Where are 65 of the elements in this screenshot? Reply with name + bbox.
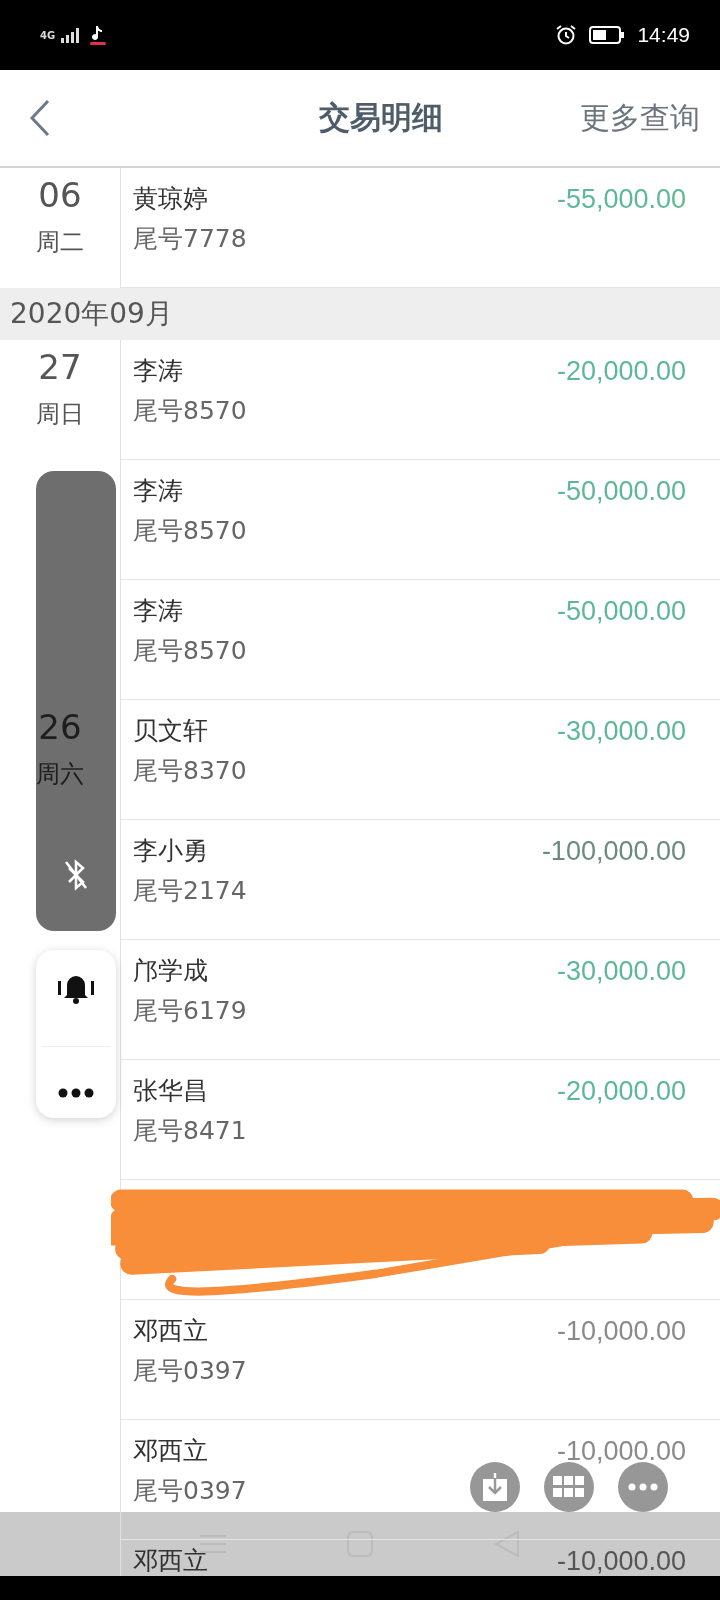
transaction-row[interactable]: 邓西立 尾号0397 -10,000.00 bbox=[121, 1300, 720, 1420]
payee-name: 邓西立 bbox=[133, 1315, 209, 1347]
payee-name: 邓西立 bbox=[133, 1435, 209, 1467]
amount: -10,000.00 bbox=[556, 1315, 686, 1348]
amount: -50,000.00 bbox=[556, 595, 686, 628]
battery-icon bbox=[589, 26, 626, 44]
amount: -55,000.00 bbox=[556, 183, 686, 216]
home-icon[interactable] bbox=[347, 1531, 373, 1557]
alarm-icon bbox=[555, 24, 578, 46]
network-label: 4G bbox=[40, 29, 56, 41]
payee-name: 张华昌 bbox=[133, 1075, 209, 1107]
account-tail: 尾号6179 bbox=[133, 995, 247, 1027]
payee-name: 李涛 bbox=[133, 355, 184, 387]
payee-name: 李涛 bbox=[133, 595, 184, 627]
weekday-label: 周日 bbox=[36, 399, 84, 430]
grid-button[interactable] bbox=[544, 1462, 594, 1512]
payee-name: 邓西立 bbox=[133, 1545, 208, 1577]
month-header: 2020年09月 bbox=[0, 288, 720, 340]
account-tail: 尾号8570 bbox=[133, 395, 247, 427]
music-note-icon bbox=[89, 24, 108, 46]
grid-icon bbox=[553, 1476, 585, 1498]
more-icon[interactable] bbox=[58, 1087, 94, 1098]
account-tail: 尾号8570 bbox=[133, 635, 247, 667]
payee-name: 李涛 bbox=[133, 475, 184, 507]
page-title: 交易明细 bbox=[319, 98, 443, 137]
amount: -100,000.00 bbox=[541, 835, 686, 868]
day-number: 27 bbox=[38, 346, 82, 389]
transaction-row[interactable]: 邓西立 -10,000.00 bbox=[121, 1540, 720, 1578]
bluetooth-off-icon[interactable] bbox=[63, 859, 89, 891]
day-number: 26 bbox=[38, 706, 82, 749]
day-number: 06 bbox=[38, 174, 82, 217]
download-button[interactable] bbox=[470, 1462, 520, 1512]
amount: -30,000.00 bbox=[556, 715, 686, 748]
account-tail: 尾号0397 bbox=[133, 1355, 247, 1387]
transaction-row[interactable]: 李涛 尾号8570 -20,000.00 bbox=[121, 340, 720, 460]
amount: -50,000.00 bbox=[556, 475, 686, 508]
clock-time: 14:49 bbox=[637, 23, 690, 47]
account-tail: 尾号0397 bbox=[133, 1475, 247, 1507]
transaction-row[interactable]: 邝学成 尾号6179 -30,000.00 bbox=[121, 940, 720, 1060]
account-tail: 尾号8570 bbox=[133, 515, 247, 547]
download-icon bbox=[483, 1473, 507, 1501]
amount: -10,000.00 bbox=[556, 1435, 686, 1468]
weekday-label: 周六 bbox=[36, 759, 84, 790]
more-query-link[interactable]: 更多查询 bbox=[580, 97, 700, 139]
back-icon[interactable] bbox=[28, 98, 52, 138]
more-button[interactable] bbox=[618, 1462, 668, 1512]
transaction-row[interactable]: 李涛 尾号8570 -50,000.00 bbox=[121, 460, 720, 580]
more-icon bbox=[628, 1483, 658, 1491]
weekday-label: 周二 bbox=[36, 227, 84, 258]
transaction-row[interactable]: 贝文轩 尾号8370 -30,000.00 bbox=[121, 700, 720, 820]
amount: -10,000.00 bbox=[556, 1545, 686, 1578]
payee-name: 贝文轩 bbox=[133, 715, 209, 747]
transaction-row[interactable]: 张华昌 尾号8471 -20,000.00 bbox=[121, 1060, 720, 1180]
transaction-row[interactable]: 李涛 尾号8570 -50,000.00 bbox=[121, 580, 720, 700]
amount: -20,000.00 bbox=[556, 355, 686, 388]
account-tail: 尾号8370 bbox=[133, 755, 247, 787]
payee-name: 李小勇 bbox=[133, 835, 209, 867]
payee-name: 邝学成 bbox=[133, 955, 209, 987]
account-tail: 尾号2174 bbox=[133, 875, 247, 907]
amount: -30,000.00 bbox=[556, 955, 686, 988]
account-tail: 尾号8471 bbox=[133, 1115, 247, 1147]
account-tail: 尾号7778 bbox=[133, 223, 247, 255]
payee-name: 黄琼婷 bbox=[133, 183, 209, 215]
amount: -20,000.00 bbox=[556, 1075, 686, 1108]
transaction-row[interactable]: 李小勇 尾号2174 -100,000.00 bbox=[121, 820, 720, 940]
